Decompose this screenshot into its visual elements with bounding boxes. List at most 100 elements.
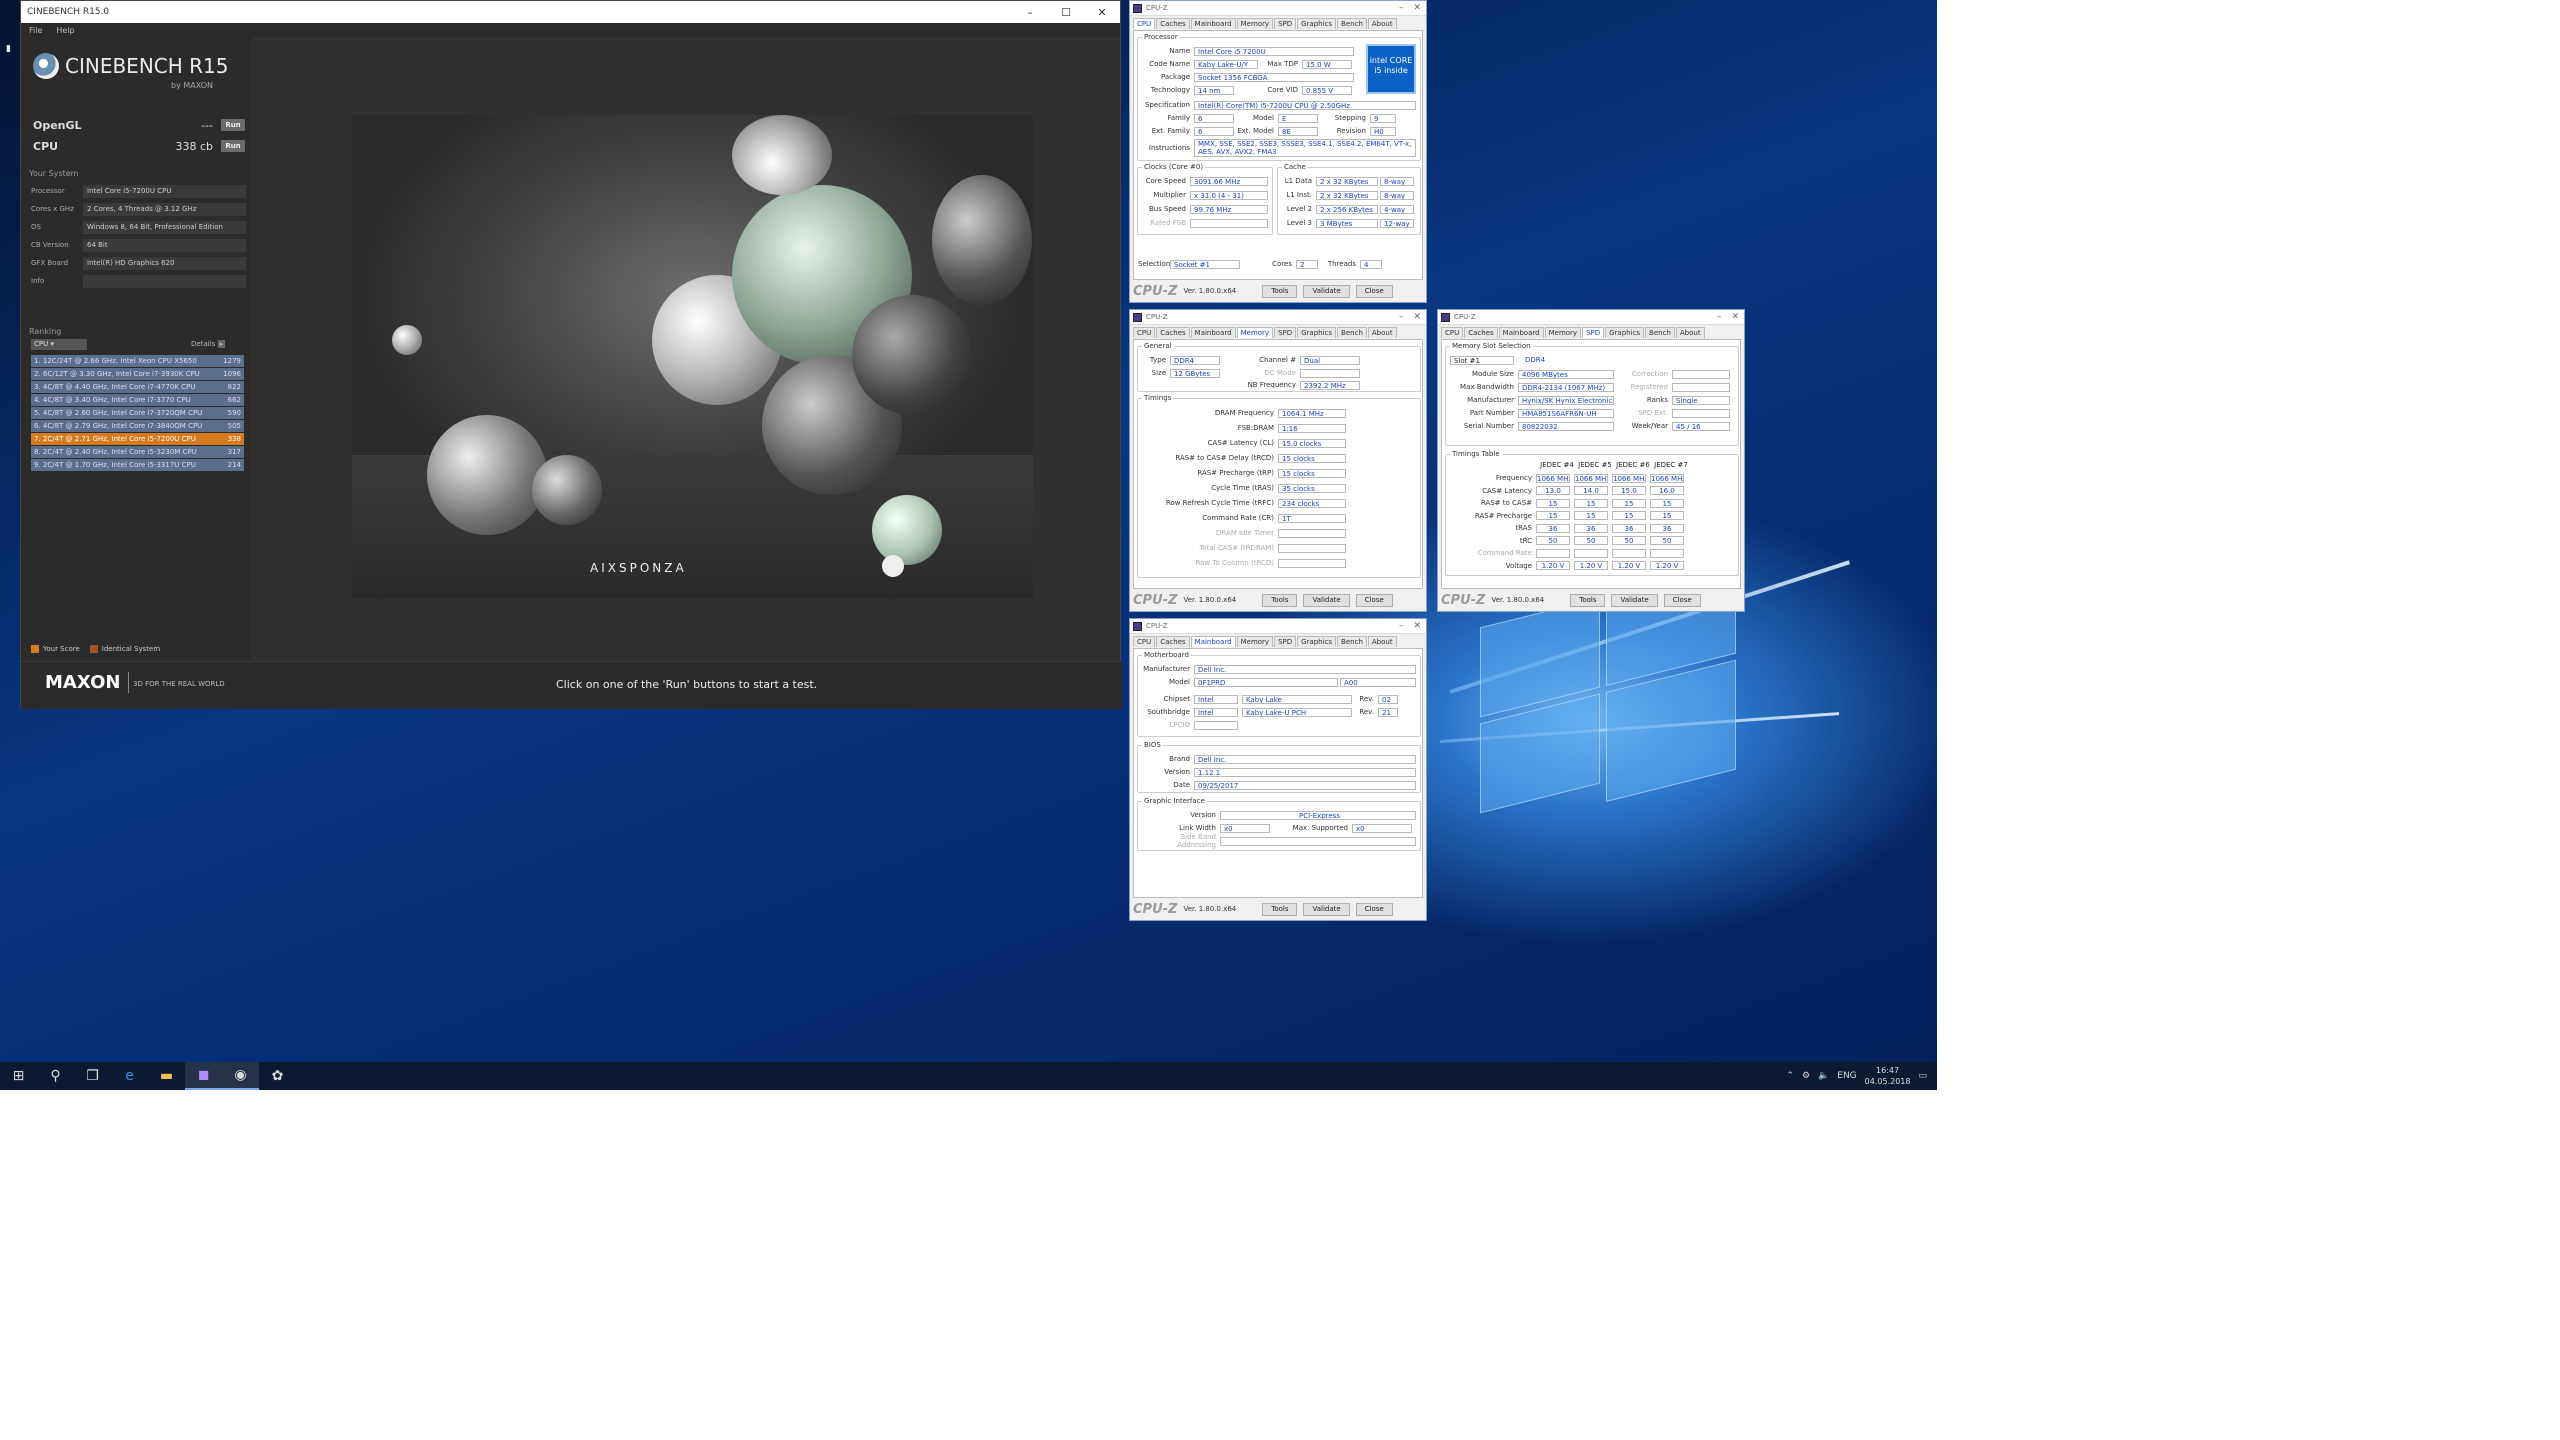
cpu-run-button[interactable]: Run — [221, 140, 245, 152]
timing-row: DRAM Idle Timer — [1140, 528, 1346, 538]
taskbar-app[interactable]: ✿ — [259, 1062, 296, 1090]
desktop-icon[interactable]: ▮ — [6, 42, 20, 112]
tab-bench[interactable]: Bench — [1337, 327, 1367, 338]
spd-row: Voltage 1.20 V 1.20 V 1.20 V 1.20 V — [1448, 561, 1688, 571]
info-field[interactable] — [83, 274, 246, 288]
tab-memory[interactable]: Memory — [1544, 327, 1582, 338]
menu-file[interactable]: File — [29, 26, 42, 35]
menu-bar: File Help — [21, 23, 1120, 37]
minimize-icon[interactable]: – — [1717, 312, 1722, 322]
start-button[interactable]: ⊞ — [0, 1062, 37, 1090]
tab-mainboard[interactable]: Mainboard — [1190, 636, 1236, 647]
tab-graphics[interactable]: Graphics — [1297, 327, 1337, 338]
ranking-row[interactable]: 5. 4C/8T @ 2.60 GHz, Intel Core i7-3720Q… — [31, 407, 244, 419]
close-icon[interactable]: ✕ — [1084, 6, 1120, 19]
volume-icon[interactable]: 🔈 — [1818, 1071, 1829, 1081]
ranking-row[interactable]: 2. 6C/12T @ 3.30 GHz, Intel Core i7-3930… — [31, 368, 244, 380]
close-icon[interactable]: ✕ — [1731, 312, 1739, 322]
tab-spd[interactable]: SPD — [1274, 18, 1297, 29]
cpuz-titlebar[interactable]: CPU-Z – ✕ — [1130, 619, 1426, 634]
taskbar-edge[interactable]: e — [111, 1062, 148, 1090]
tab-spd[interactable]: SPD — [1582, 327, 1605, 338]
taskbar-explorer[interactable]: ▬ — [148, 1062, 185, 1090]
tab-bench[interactable]: Bench — [1645, 327, 1675, 338]
close-button[interactable]: Close — [1355, 593, 1393, 607]
ranking-row[interactable]: 6. 4C/8T @ 2.79 GHz, Intel Core i7-3840Q… — [31, 420, 244, 432]
notifications-icon[interactable]: ▭ — [1918, 1071, 1927, 1081]
tab-mainboard[interactable]: Mainboard — [1190, 327, 1236, 338]
maximize-icon[interactable]: ☐ — [1048, 6, 1084, 19]
tab-memory[interactable]: Memory — [1236, 18, 1274, 29]
ranking-row[interactable]: 1. 12C/24T @ 2.66 GHz, Intel Xeon CPU X5… — [31, 355, 244, 367]
close-icon[interactable]: ✕ — [1413, 621, 1421, 631]
task-view-button[interactable]: ❐ — [74, 1062, 111, 1090]
tab-bench[interactable]: Bench — [1337, 18, 1367, 29]
tab-cpu[interactable]: CPU — [1133, 18, 1156, 29]
ranking-row[interactable]: 8. 2C/4T @ 2.40 GHz, Intel Core i5-3230M… — [31, 446, 244, 458]
tab-cpu[interactable]: CPU — [1441, 327, 1464, 338]
spd-column-header: JEDEC #4 — [1540, 461, 1574, 469]
taskbar-cinebench[interactable]: ◉ — [222, 1062, 259, 1090]
tab-caches[interactable]: Caches — [1464, 327, 1498, 338]
minimize-icon[interactable]: – — [1399, 3, 1404, 13]
tab-memory[interactable]: Memory — [1236, 327, 1274, 338]
tab-graphics[interactable]: Graphics — [1297, 18, 1337, 29]
details-toggle[interactable]: Details ▸ — [191, 340, 226, 348]
tab-caches[interactable]: Caches — [1156, 327, 1190, 338]
tab-about[interactable]: About — [1367, 636, 1397, 647]
ranking-row[interactable]: 3. 4C/8T @ 4.40 GHz, Intel Core i7-4770K… — [31, 381, 244, 393]
tab-graphics[interactable]: Graphics — [1297, 636, 1337, 647]
cpuz-titlebar[interactable]: CPU-Z – ✕ — [1130, 1, 1426, 16]
cpuz-titlebar[interactable]: CPU-Z – ✕ — [1130, 310, 1426, 325]
validate-button[interactable]: Validate — [1611, 593, 1658, 607]
validate-button[interactable]: Validate — [1303, 593, 1350, 607]
ranking-row[interactable]: 9. 2C/4T @ 1.70 GHz, Intel Core i5-3317U… — [31, 459, 244, 471]
tray-chevron-icon[interactable]: ⌃ — [1786, 1071, 1794, 1081]
tools-button[interactable]: Tools — [1262, 902, 1298, 916]
slot-select[interactable]: Slot #1 — [1450, 355, 1514, 365]
ranking-select[interactable]: CPU ▾ — [31, 339, 87, 350]
cpuz-titlebar[interactable]: CPU-Z – ✕ — [1438, 310, 1744, 325]
tools-button[interactable]: Tools — [1262, 593, 1298, 607]
tab-bench[interactable]: Bench — [1337, 636, 1367, 647]
tab-cpu[interactable]: CPU — [1133, 636, 1156, 647]
taskbar-cpuz[interactable]: ◼ — [185, 1062, 222, 1090]
close-button[interactable]: Close — [1355, 902, 1393, 916]
tab-about[interactable]: About — [1367, 18, 1397, 29]
tab-cpu[interactable]: CPU — [1133, 327, 1156, 338]
language-indicator[interactable]: ENG — [1837, 1071, 1856, 1081]
tab-caches[interactable]: Caches — [1156, 18, 1190, 29]
minimize-icon[interactable]: – — [1399, 621, 1404, 631]
minimize-icon[interactable]: – — [1012, 6, 1048, 19]
cinebench-footer: MAXON 3D FOR THE REAL WORLD Click on one… — [21, 661, 1122, 709]
validate-button[interactable]: Validate — [1303, 902, 1350, 916]
cpuz-spd-window: CPU-Z – ✕ CPU Caches Mainboard Memory SPD Grap… — [1437, 309, 1745, 612]
tab-mainboard[interactable]: Mainboard — [1190, 18, 1236, 29]
ranking-row[interactable]: 7. 2C/4T @ 2.71 GHz, Intel Core i5-7200U… — [31, 433, 244, 445]
tools-button[interactable]: Tools — [1570, 593, 1606, 607]
close-icon[interactable]: ✕ — [1413, 312, 1421, 322]
tab-about[interactable]: About — [1675, 327, 1705, 338]
tools-button[interactable]: Tools — [1262, 284, 1298, 298]
close-button[interactable]: Close — [1355, 284, 1393, 298]
tab-caches[interactable]: Caches — [1156, 636, 1190, 647]
tab-mainboard[interactable]: Mainboard — [1498, 327, 1544, 338]
graphic-interface-group: Graphic Interface Version PCI-Express Lin… — [1137, 797, 1421, 851]
tab-graphics[interactable]: Graphics — [1605, 327, 1645, 338]
socket-select[interactable]: Socket #1 — [1170, 259, 1240, 269]
tab-memory[interactable]: Memory — [1236, 636, 1274, 647]
cinebench-titlebar[interactable]: CINEBENCH R15.0 – ☐ ✕ — [21, 1, 1120, 23]
search-button[interactable]: ⚲ — [37, 1062, 74, 1090]
menu-help[interactable]: Help — [56, 26, 74, 35]
close-button[interactable]: Close — [1663, 593, 1701, 607]
clock[interactable]: 16:47 04.05.2018 — [1865, 1065, 1911, 1087]
tab-about[interactable]: About — [1367, 327, 1397, 338]
tab-spd[interactable]: SPD — [1274, 327, 1297, 338]
validate-button[interactable]: Validate — [1303, 284, 1350, 298]
minimize-icon[interactable]: – — [1399, 312, 1404, 322]
opengl-run-button[interactable]: Run — [221, 119, 245, 131]
tab-spd[interactable]: SPD — [1274, 636, 1297, 647]
close-icon[interactable]: ✕ — [1413, 3, 1421, 13]
ranking-row[interactable]: 4. 4C/8T @ 3.40 GHz, Intel Core i7-3770 … — [31, 394, 244, 406]
network-icon[interactable]: ⚙ — [1802, 1071, 1810, 1081]
